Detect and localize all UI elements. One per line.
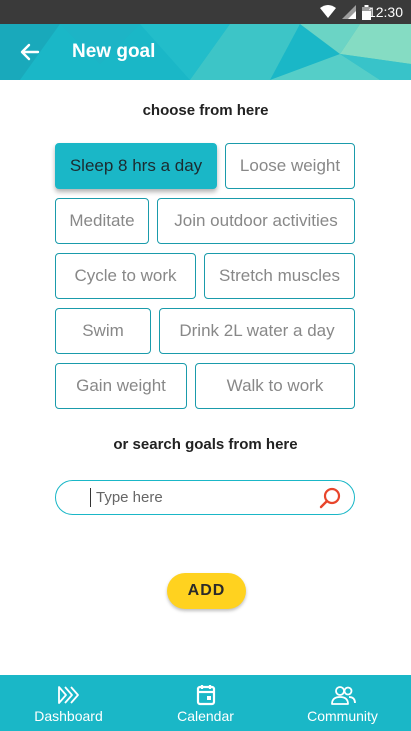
nav-label-dashboard: Dashboard	[34, 708, 103, 724]
search-box	[55, 480, 355, 515]
status-icons	[320, 4, 371, 20]
search-section-title: or search goals from here	[113, 436, 298, 453]
status-time: 12:30	[367, 4, 403, 20]
header-background-pattern	[0, 24, 411, 80]
wifi-icon	[320, 5, 336, 18]
goal-chip-sleep[interactable]: Sleep 8 hrs a day	[55, 143, 217, 189]
nav-label-calendar: Calendar	[177, 708, 234, 724]
text-cursor	[90, 488, 91, 507]
community-icon	[330, 686, 356, 705]
app-bar: New goal	[0, 24, 411, 80]
search-button[interactable]	[318, 486, 342, 510]
goal-chip-cycle-to-work[interactable]: Cycle to work	[55, 253, 196, 299]
bottom-navigation: Dashboard Calendar Community	[0, 675, 411, 731]
goal-chip-stretch-muscles[interactable]: Stretch muscles	[204, 253, 355, 299]
back-button[interactable]	[10, 32, 50, 72]
goal-chip-meditate[interactable]: Meditate	[55, 198, 149, 244]
page-title: New goal	[72, 41, 156, 62]
choose-section-title: choose from here	[142, 102, 269, 119]
goal-chip-walk-to-work[interactable]: Walk to work	[195, 363, 355, 409]
search-input[interactable]	[96, 483, 306, 512]
search-icon	[319, 487, 341, 509]
dashboard-icon	[57, 686, 79, 704]
signal-icon	[342, 5, 356, 19]
add-button[interactable]: ADD	[167, 573, 246, 609]
calendar-icon	[196, 685, 215, 706]
goal-chip-outdoor-activities[interactable]: Join outdoor activities	[157, 198, 355, 244]
arrow-back-icon	[20, 43, 40, 61]
nav-item-community[interactable]: Community	[274, 675, 411, 731]
goal-chip-loose-weight[interactable]: Loose weight	[225, 143, 355, 189]
nav-item-dashboard[interactable]: Dashboard	[0, 675, 137, 731]
goal-chip-swim[interactable]: Swim	[55, 308, 151, 354]
goal-chip-gain-weight[interactable]: Gain weight	[55, 363, 187, 409]
nav-label-community: Community	[307, 708, 378, 724]
nav-item-calendar[interactable]: Calendar	[137, 675, 274, 731]
goal-chip-drink-water[interactable]: Drink 2L water a day	[159, 308, 355, 354]
status-bar: 12:30	[0, 0, 411, 24]
